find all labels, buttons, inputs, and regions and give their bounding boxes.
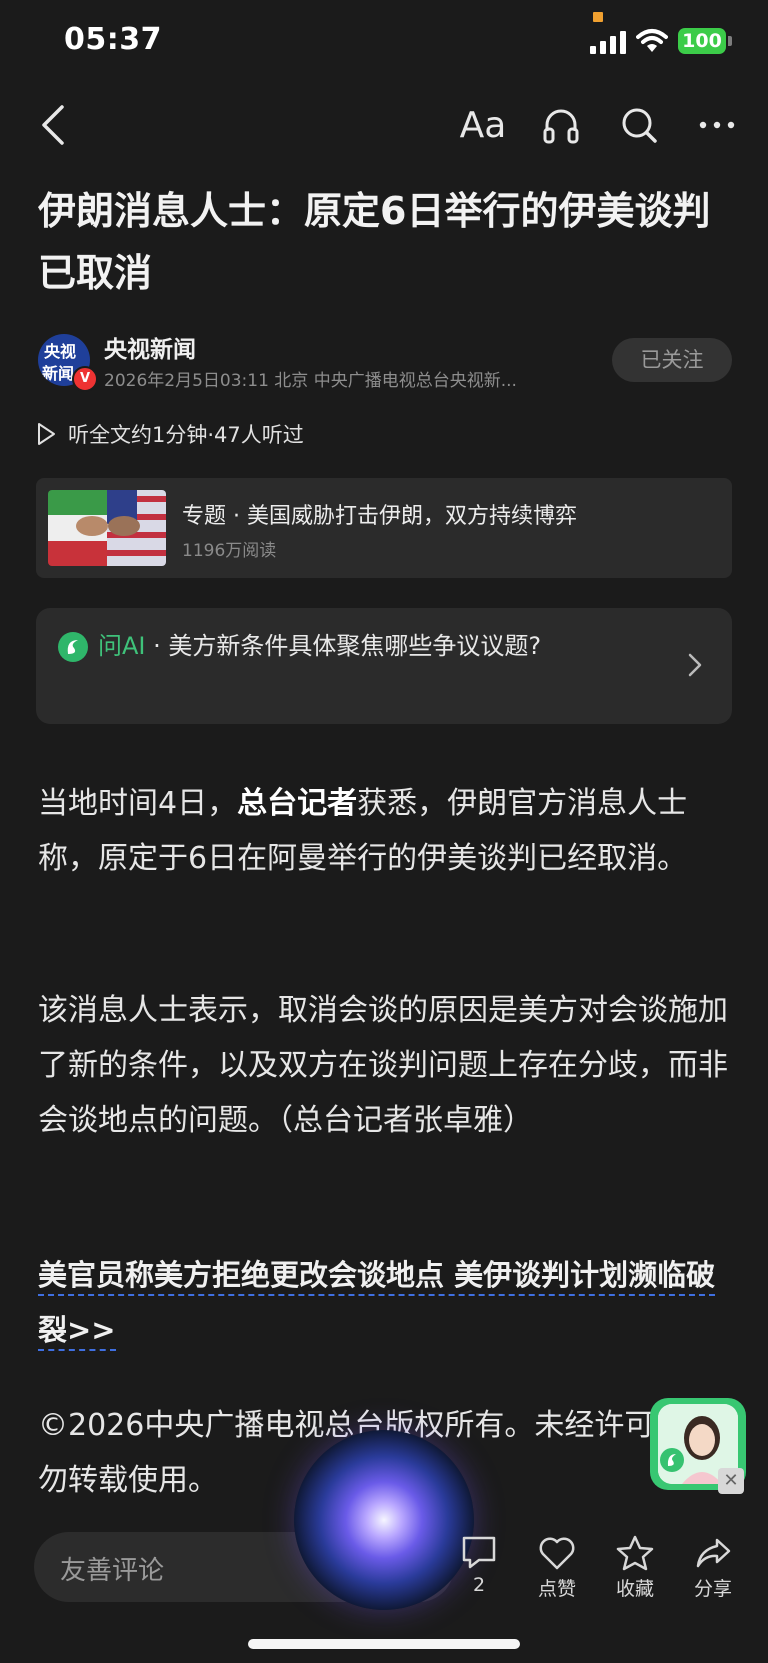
comment-placeholder: 友善评论 (60, 1556, 165, 1586)
comment-count: 2 (472, 1574, 486, 1596)
search-icon (622, 108, 657, 143)
paragraph-text: 当地时间4日， (38, 786, 238, 821)
close-icon[interactable]: ✕ (718, 1468, 744, 1494)
topic-card[interactable]: 专题 · 美国威胁打击伊朗，双方持续博弈 1196万阅读 (36, 478, 732, 578)
chevron-right-icon (682, 650, 706, 680)
comment-bubble-icon (462, 1536, 496, 1569)
listen-full-text[interactable]: 听全文约1分钟·47人听过 (36, 418, 304, 450)
share-button[interactable]: 分享 (678, 1534, 748, 1601)
wifi-icon (636, 28, 668, 54)
ask-ai-brand: 问AI (98, 632, 146, 660)
author-name[interactable]: 央视新闻 (104, 330, 196, 364)
star-icon (616, 1535, 654, 1571)
comment-button[interactable]: 2 (444, 1534, 514, 1596)
privacy-indicator (593, 12, 603, 22)
ask-ai-question: 问AI · 美方新条件具体聚焦哪些争议议题? (98, 626, 658, 666)
ask-ai-card[interactable]: 问AI · 美方新条件具体聚焦哪些争议议题? (36, 608, 732, 724)
article-paragraph: 当地时间4日，总台记者获悉，伊朗官方消息人士称，原定于6日在阿曼举行的伊美谈判已… (38, 776, 732, 886)
chevron-left-icon (42, 105, 64, 145)
headphones-icon (543, 109, 579, 144)
related-article-link-text[interactable]: 美官员称美方拒绝更改会谈地点 美伊谈判计划濒临破裂>> (38, 1258, 716, 1351)
back-button[interactable] (26, 98, 80, 152)
more-dots-icon (699, 121, 735, 129)
avatar-text-top: 央视 (44, 342, 77, 361)
follow-button[interactable]: 已关注 (612, 338, 732, 382)
article-title: 伊朗消息人士：原定6日举行的伊美谈判已取消 (38, 189, 711, 295)
listen-button[interactable] (534, 98, 588, 152)
article-paragraph: 该消息人士表示，取消会谈的原因是美方对会谈施加了新的条件，以及双方在谈判问题上存… (38, 993, 728, 1138)
topic-reads: 1196万阅读 (182, 541, 277, 561)
home-indicator[interactable] (248, 1639, 520, 1649)
search-button[interactable] (612, 98, 666, 152)
collect-label: 收藏 (615, 1578, 654, 1600)
share-label: 分享 (693, 1578, 732, 1600)
ask-ai-question-text: · 美方新条件具体聚焦哪些争议议题? (145, 632, 542, 660)
ask-ai-logo-icon (58, 632, 88, 662)
topic-thumbnail (48, 490, 166, 566)
battery-cap (728, 36, 732, 46)
verified-badge: V (72, 366, 98, 392)
play-icon (38, 423, 55, 445)
topic-title: 专题 · 美国威胁打击伊朗，双方持续博弈 (182, 504, 577, 529)
avatar-text-bottom: 新闻 (42, 364, 75, 383)
collect-button[interactable]: 收藏 (600, 1534, 670, 1601)
heart-icon (539, 1537, 575, 1570)
related-article-link[interactable]: 美官员称美方拒绝更改会谈地点 美伊谈判计划濒临破裂>> (38, 1248, 728, 1358)
battery-indicator: 100 (678, 28, 726, 54)
publish-meta: 2026年2月5日03:11 北京 中央广播电视总台央视新... (104, 371, 517, 391)
like-label: 点赞 (537, 1578, 576, 1600)
cellular-signal-icon (590, 30, 626, 54)
listen-label: 听全文约1分钟·47人听过 (68, 423, 304, 447)
paragraph-bold-text: 总台记者 (237, 786, 358, 821)
status-time: 05:37 (64, 22, 162, 57)
like-button[interactable]: 点赞 (522, 1534, 592, 1601)
font-size-button[interactable]: Aa (456, 98, 510, 152)
more-button[interactable] (690, 98, 744, 152)
share-arrow-icon (696, 1538, 731, 1568)
